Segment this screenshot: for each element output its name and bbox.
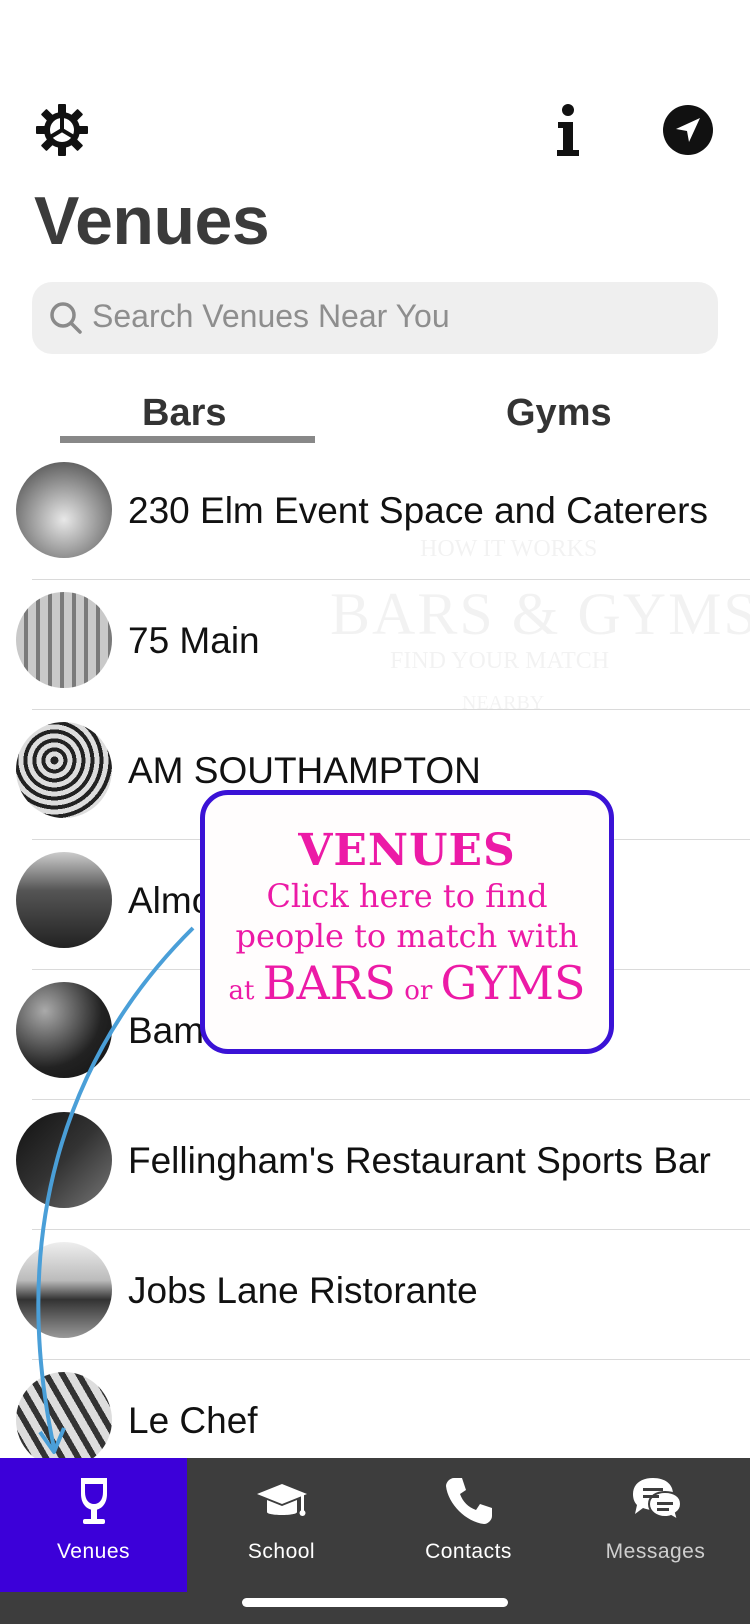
tooltip-text: GYMS <box>440 956 586 1010</box>
venue-thumbnail <box>16 722 112 818</box>
tabbar-messages[interactable]: Messages <box>562 1458 749 1592</box>
tab-selected-indicator <box>60 436 315 443</box>
venue-name: Bam <box>128 1010 205 1051</box>
list-item[interactable]: 230 Elm Event Space and Caterers <box>0 450 750 580</box>
phone-icon <box>445 1478 492 1524</box>
venue-name: Le Chef <box>128 1400 258 1441</box>
page-title: Venues <box>34 183 270 259</box>
tab-bars[interactable]: Bars <box>142 392 227 435</box>
venue-thumbnail <box>16 462 112 558</box>
venue-thumbnail <box>16 1372 112 1468</box>
venue-thumbnail <box>16 982 112 1078</box>
gear-icon <box>36 104 88 156</box>
tabbar-school[interactable]: School <box>188 1458 375 1592</box>
tooltip-text: BARS <box>262 956 396 1010</box>
venue-thumbnail <box>16 1112 112 1208</box>
venue-thumbnail <box>16 592 112 688</box>
tabbar-label: School <box>247 1540 316 1563</box>
graduation-cap-icon <box>256 1484 307 1516</box>
location-button[interactable] <box>662 104 714 156</box>
tooltip-heading: VENUES <box>298 825 516 876</box>
search-bar[interactable]: Search Venues Near You <box>32 282 718 354</box>
tabbar-contacts[interactable]: Contacts <box>375 1458 562 1592</box>
venues-tooltip: VENUES Click here to find people to matc… <box>200 790 614 1054</box>
location-arrow-icon <box>663 105 713 155</box>
settings-button[interactable] <box>34 102 90 158</box>
tooltip-line: at BARS or GYMS <box>205 956 609 1018</box>
tabbar-label: Venues <box>56 1540 131 1563</box>
chat-bubbles-icon <box>632 1478 682 1523</box>
info-icon <box>557 104 579 156</box>
venue-name: 75 Main <box>128 620 260 661</box>
list-item[interactable]: Fellingham's Restaurant Sports Bar <box>0 1100 750 1230</box>
search-input[interactable]: Search Venues Near You <box>92 298 450 335</box>
search-icon <box>50 302 82 334</box>
tooltip-text: at <box>228 976 255 1006</box>
tabbar-venues[interactable]: Venues <box>0 1458 187 1592</box>
venue-name: AM SOUTHAMPTON <box>128 750 481 791</box>
list-item[interactable]: Jobs Lane Ristorante <box>0 1230 750 1360</box>
tooltip-text: or <box>404 976 433 1006</box>
venue-thumbnail <box>16 852 112 948</box>
venue-name: 230 Elm Event Space and Caterers <box>128 490 708 531</box>
venue-name: Fellingham's Restaurant Sports Bar <box>128 1140 711 1181</box>
venue-thumbnail <box>16 1242 112 1338</box>
wine-glass-icon <box>80 1478 107 1524</box>
tabbar-label: Contacts <box>425 1540 512 1563</box>
tab-gyms[interactable]: Gyms <box>506 392 612 435</box>
info-button[interactable] <box>548 100 588 160</box>
tooltip-line: Click here to find <box>266 877 548 915</box>
home-indicator <box>242 1598 508 1607</box>
list-item[interactable]: 75 Main <box>0 580 750 710</box>
tooltip-line: people to match with <box>235 917 579 955</box>
venue-name: Jobs Lane Ristorante <box>128 1270 478 1311</box>
tabbar-label: Messages <box>605 1540 706 1563</box>
